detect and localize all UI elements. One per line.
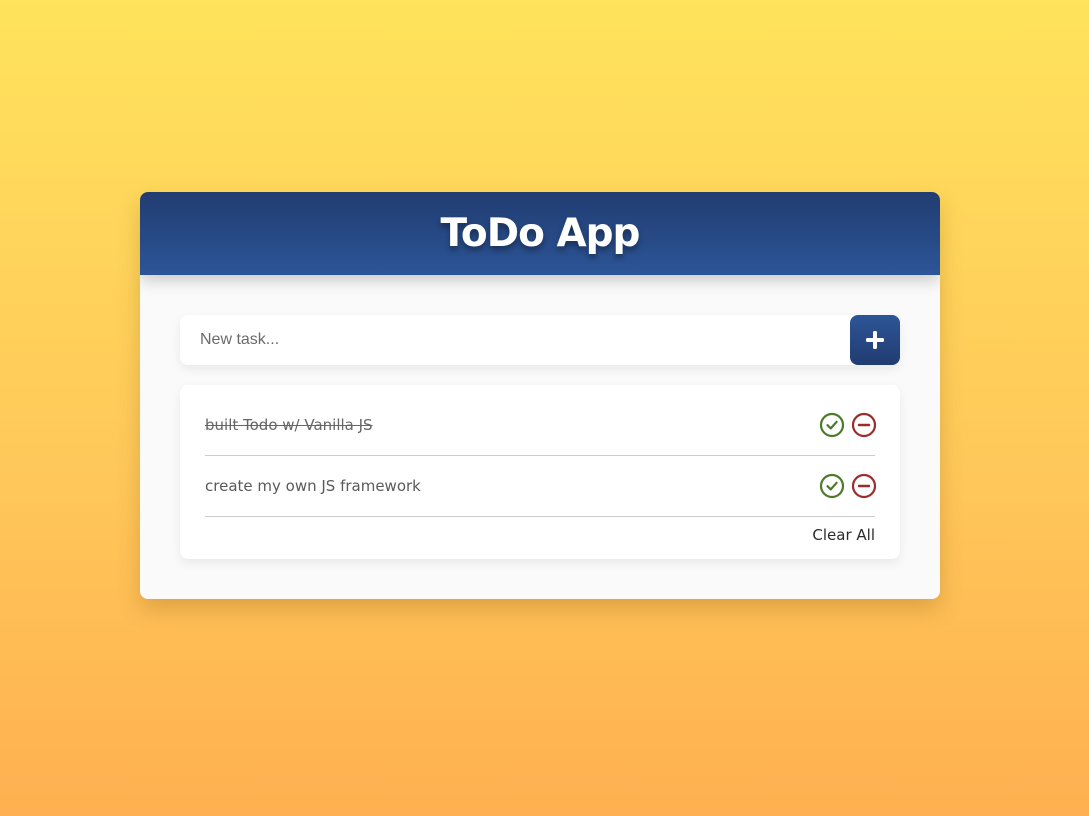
remove-task-button[interactable] bbox=[851, 412, 877, 438]
check-circle-icon bbox=[819, 473, 845, 498]
clear-all-button[interactable]: Clear All bbox=[812, 526, 875, 544]
remove-task-button[interactable] bbox=[851, 473, 877, 499]
task-text: built Todo w/ Vanilla JS bbox=[205, 415, 373, 434]
new-task-form bbox=[180, 315, 900, 365]
task-actions bbox=[819, 412, 877, 438]
app-title: ToDo App bbox=[440, 211, 641, 256]
app-header: ToDo App bbox=[140, 192, 940, 275]
plus-icon bbox=[866, 331, 884, 349]
new-task-input[interactable] bbox=[180, 315, 840, 365]
task-text: create my own JS framework bbox=[205, 476, 421, 495]
complete-task-button[interactable] bbox=[819, 412, 845, 438]
minus-circle-icon bbox=[851, 473, 877, 498]
task-list: built Todo w/ Vanilla JS create my own J… bbox=[180, 385, 900, 559]
add-task-button[interactable] bbox=[850, 315, 900, 365]
todo-card: ToDo App built Todo w/ Vanilla JS bbox=[140, 192, 940, 599]
check-circle-icon bbox=[819, 412, 845, 437]
minus-circle-icon bbox=[851, 412, 877, 437]
task-item: built Todo w/ Vanilla JS bbox=[205, 394, 877, 456]
complete-task-button[interactable] bbox=[819, 473, 845, 499]
task-actions bbox=[819, 473, 877, 499]
task-item: create my own JS framework bbox=[205, 455, 877, 517]
